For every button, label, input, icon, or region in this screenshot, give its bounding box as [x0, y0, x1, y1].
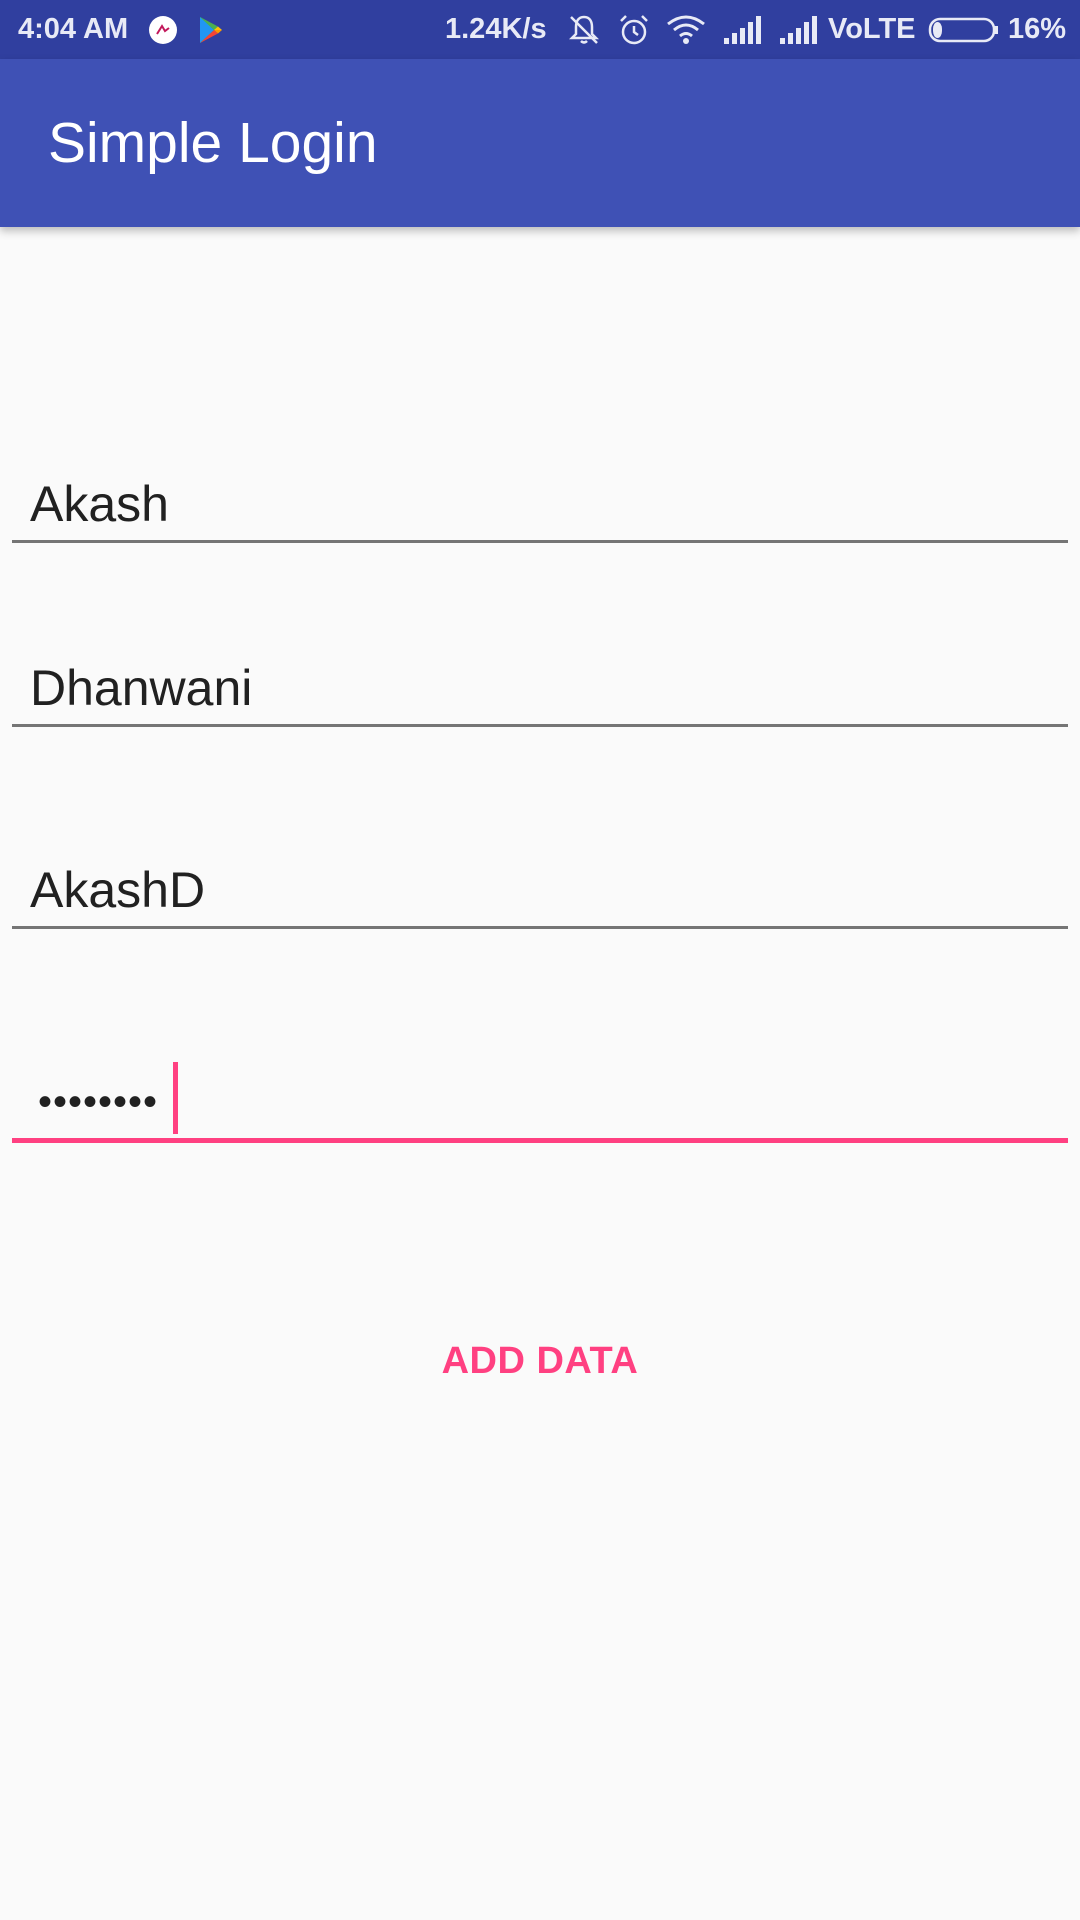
- alarm-icon: [617, 0, 651, 59]
- text-caret: [173, 1062, 178, 1134]
- page-title: Simple Login: [48, 111, 378, 175]
- wifi-icon: [666, 0, 706, 59]
- battery-percent: 16%: [1008, 13, 1067, 45]
- password-value: ••••••••: [38, 1080, 159, 1124]
- network-type: VoLTE: [828, 13, 916, 45]
- battery-icon: [928, 0, 1000, 59]
- app-notification-icon: [147, 0, 179, 59]
- username-value: AkashD: [30, 862, 206, 918]
- last-name-value: Dhanwani: [30, 660, 253, 716]
- password-field[interactable]: ••••••••: [12, 1060, 1068, 1144]
- signal-icon: [722, 0, 762, 59]
- first-name-field[interactable]: Akash: [12, 465, 1068, 545]
- add-data-button[interactable]: ADD DATA: [390, 1320, 690, 1400]
- username-field[interactable]: AkashD: [12, 851, 1068, 931]
- status-time: 4:04 AM: [18, 13, 129, 45]
- signal-icon-2: [778, 0, 818, 59]
- username-underline: [12, 926, 1068, 929]
- app-bar: Simple Login: [0, 59, 1080, 227]
- status-bar: 4:04 AM 1.24K/s VoLTE 16%: [0, 0, 1080, 59]
- first-name-underline: [12, 540, 1068, 543]
- mute-icon: [566, 0, 602, 59]
- first-name-value: Akash: [30, 476, 169, 532]
- last-name-field[interactable]: Dhanwani: [12, 649, 1068, 729]
- last-name-underline: [12, 724, 1068, 727]
- network-speed: 1.24K/s: [445, 13, 547, 45]
- play-store-icon: [198, 0, 224, 59]
- password-underline: [12, 1138, 1068, 1143]
